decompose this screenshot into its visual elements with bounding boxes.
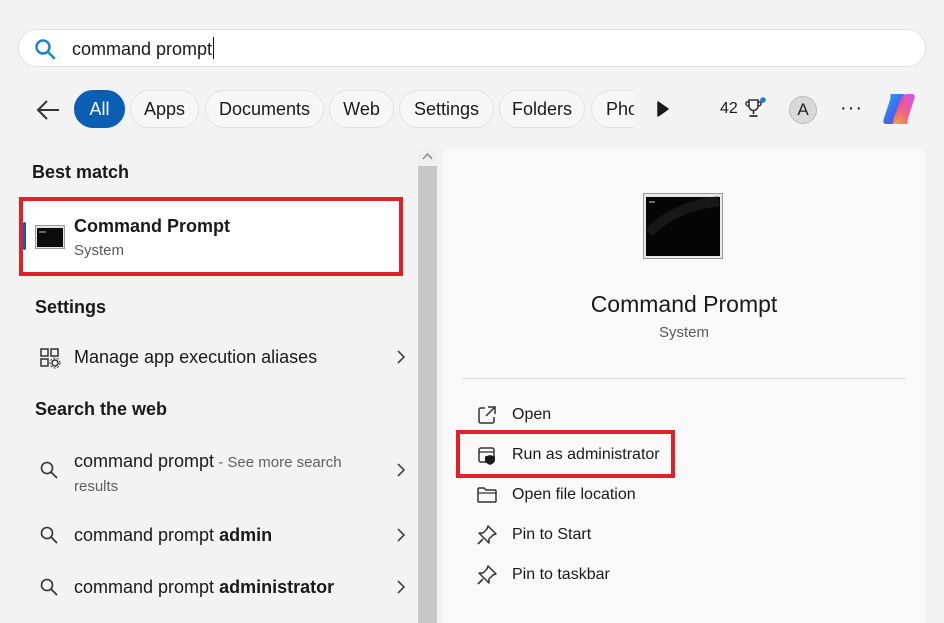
filter-documents[interactable]: Documents — [205, 90, 324, 128]
action-pin-to-taskbar-label: Pin to taskbar — [512, 566, 610, 583]
search-icon — [40, 461, 58, 479]
search-icon — [35, 39, 56, 60]
shield-admin-icon — [478, 447, 495, 465]
filter-folders[interactable]: Folders — [499, 90, 585, 128]
web-result-bold: admin — [219, 525, 273, 545]
scroll-up-arrow-icon[interactable] — [418, 148, 437, 166]
web-result-text: command prompt administrator — [74, 576, 334, 598]
search-web-header: Search the web — [35, 399, 168, 419]
filter-web[interactable]: Web — [329, 90, 394, 128]
chevron-right-icon — [397, 350, 406, 364]
folder-icon — [477, 487, 497, 503]
action-open-file-location-label: Open file location — [512, 486, 636, 503]
best-match-title: Command Prompt — [74, 216, 231, 236]
selection-indicator — [23, 222, 26, 250]
filter-all[interactable]: All — [74, 90, 125, 128]
web-result-text: command prompt admin — [74, 524, 272, 546]
results-scrollbar[interactable] — [418, 148, 437, 623]
avatar[interactable]: A — [789, 96, 817, 124]
pin-icon — [477, 525, 497, 545]
search-icon — [40, 578, 58, 596]
filter-apps[interactable]: Apps — [130, 90, 199, 128]
action-run-as-admin-label: Run as administrator — [512, 446, 660, 463]
web-result-query: command prompt — [74, 451, 215, 471]
web-result-text: command prompt - See more search — [74, 450, 342, 474]
text-caret — [213, 37, 215, 59]
chevron-right-icon — [397, 580, 406, 594]
pin-icon — [477, 565, 497, 585]
settings-header: Settings — [35, 297, 107, 317]
rewards-points: 42 — [720, 100, 738, 117]
search-query: command prompt — [72, 39, 213, 59]
web-result-query: command prompt — [74, 525, 220, 545]
filter-settings[interactable]: Settings — [399, 90, 494, 128]
chevron-right-icon — [397, 528, 406, 542]
details-title: Command Prompt — [590, 291, 778, 317]
scroll-filters-right-icon[interactable] — [656, 100, 670, 118]
web-result-suffix: - See more search — [214, 454, 342, 471]
best-match-subtitle: System — [74, 242, 125, 259]
back-arrow-icon[interactable] — [34, 96, 62, 124]
command-prompt-app-icon — [35, 225, 65, 249]
open-external-icon — [478, 406, 496, 424]
web-result-suffix-line2: results — [74, 478, 119, 495]
best-match-header: Best match — [32, 162, 130, 182]
command-prompt-large-icon — [643, 193, 723, 259]
chevron-right-icon — [397, 463, 406, 477]
web-result-query: command prompt — [74, 577, 220, 597]
web-result-bold: administrator — [219, 577, 335, 597]
action-open-label: Open — [512, 406, 552, 423]
settings-item-label: Manage app execution aliases — [74, 347, 318, 367]
details-divider — [462, 378, 906, 379]
details-subtitle: System — [658, 324, 709, 341]
trophy-icon[interactable] — [744, 96, 768, 120]
search-input[interactable]: command prompt — [72, 37, 215, 60]
app-settings-icon — [40, 348, 61, 369]
copilot-icon[interactable] — [880, 90, 918, 128]
search-icon — [40, 526, 58, 544]
more-options-icon[interactable]: ··· — [840, 98, 862, 120]
filter-photos[interactable]: Pho — [591, 90, 634, 128]
action-pin-to-start-label: Pin to Start — [512, 526, 592, 543]
